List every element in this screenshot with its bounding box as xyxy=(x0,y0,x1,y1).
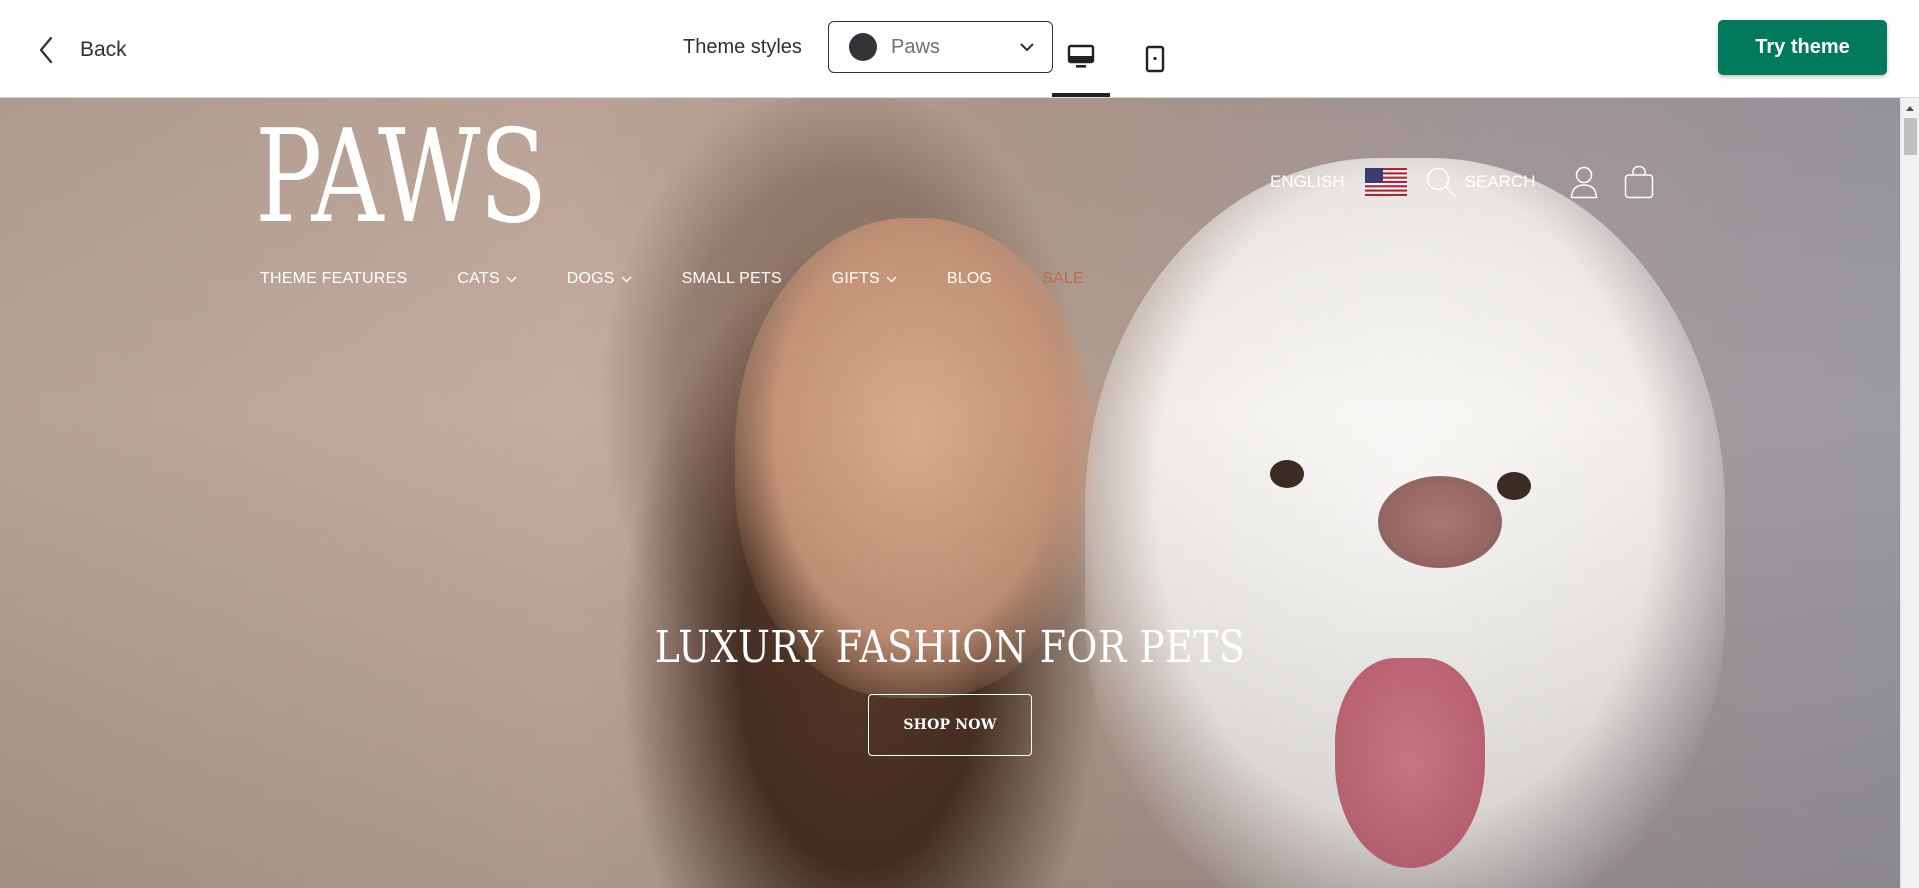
nav-item-cats[interactable]: CATS xyxy=(457,270,517,288)
nav-label: THEME FEATURES xyxy=(260,270,408,287)
chevron-left-icon xyxy=(39,36,53,64)
search-icon xyxy=(1426,167,1456,197)
back-label: Back xyxy=(80,38,127,61)
account-icon[interactable] xyxy=(1570,165,1598,199)
nav-label: CATS xyxy=(457,270,500,287)
nav-item-theme-features[interactable]: THEME FEATURES xyxy=(260,270,407,288)
desktop-icon xyxy=(1067,44,1095,68)
shop-now-button[interactable]: SHOP NOW xyxy=(868,694,1032,756)
nav-label: SMALL PETS xyxy=(681,270,782,287)
hero-title: LUXURY FASHION FOR PETS xyxy=(654,622,1246,673)
language-selector[interactable]: ENGLISH xyxy=(1270,172,1345,192)
scrollbar-thumb[interactable] xyxy=(1904,118,1917,155)
try-theme-button[interactable]: Try theme xyxy=(1718,20,1887,75)
chevron-down-icon xyxy=(886,276,897,282)
store-utility-bar: ENGLISH SEARCH xyxy=(1270,164,1654,200)
nav-item-sale[interactable]: SALE xyxy=(1042,270,1084,288)
theme-preview-frame: PAWS THEME FEATURES CATS DOGS SMALL PETS… xyxy=(0,98,1900,888)
chevron-down-icon xyxy=(621,276,632,282)
nav-item-gifts[interactable]: GIFTS xyxy=(832,270,897,288)
nav-label: BLOG xyxy=(946,270,993,287)
nav-item-blog[interactable]: BLOG xyxy=(947,270,992,288)
style-select-value: Paws xyxy=(891,35,940,58)
cart-icon[interactable] xyxy=(1624,165,1654,199)
scroll-up-arrow-icon[interactable] xyxy=(1906,106,1914,111)
nav-item-small-pets[interactable]: SMALL PETS xyxy=(682,270,782,288)
nav-label: SALE xyxy=(1042,270,1084,287)
nav-label: DOGS xyxy=(566,270,615,287)
preview-scrollbar[interactable] xyxy=(1900,98,1919,888)
chevron-down-icon xyxy=(506,276,517,282)
back-button[interactable]: Back xyxy=(38,30,127,70)
us-flag-icon[interactable] xyxy=(1364,168,1407,196)
mobile-icon xyxy=(1145,45,1165,72)
style-swatch xyxy=(849,33,877,61)
chevron-down-icon xyxy=(1020,43,1034,51)
theme-styles-label: Theme styles xyxy=(683,36,802,58)
store-nav: THEME FEATURES CATS DOGS SMALL PETS GIFT… xyxy=(260,270,1084,288)
store-logo[interactable]: PAWS xyxy=(255,114,547,242)
theme-style-select[interactable]: Paws xyxy=(828,21,1053,73)
preview-toolbar: Back Theme styles Paws Try theme xyxy=(0,0,1919,98)
desktop-view-button[interactable] xyxy=(1052,20,1110,97)
nav-label: GIFTS xyxy=(831,270,880,287)
search-label: SEARCH xyxy=(1464,172,1536,191)
nav-item-dogs[interactable]: DOGS xyxy=(567,270,632,288)
mobile-view-button[interactable] xyxy=(1126,20,1184,97)
search-button[interactable]: SEARCH xyxy=(1425,166,1536,198)
